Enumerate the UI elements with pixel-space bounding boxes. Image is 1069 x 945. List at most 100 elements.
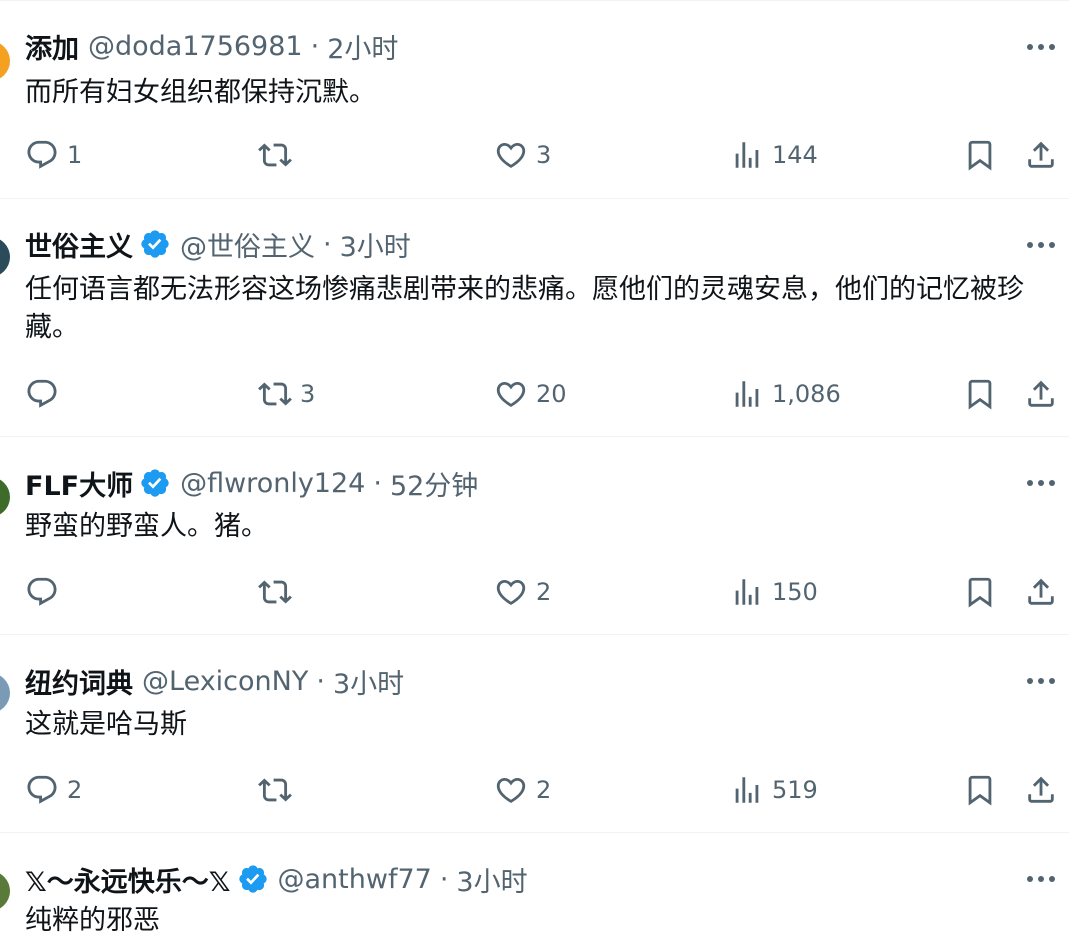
like-icon	[496, 579, 526, 605]
user-handle[interactable]: @世俗主义	[180, 225, 315, 264]
timestamp[interactable]: 3小时	[340, 225, 411, 264]
retweet-icon	[258, 580, 292, 604]
reply-count: 1	[67, 141, 83, 169]
reply-button[interactable]	[25, 374, 67, 414]
retweet-icon	[258, 382, 292, 406]
views-button[interactable]: 519	[730, 770, 818, 810]
view-count: 144	[772, 141, 818, 169]
reply-button[interactable]: 1	[25, 135, 82, 175]
retweet-icon	[258, 143, 292, 167]
share-icon	[1028, 380, 1054, 407]
verified-badge-icon	[141, 230, 169, 258]
share-icon	[1028, 776, 1054, 803]
like-button[interactable]: 2	[494, 572, 551, 612]
tweet-text: 这就是哈马斯	[25, 709, 187, 740]
like-icon	[496, 381, 526, 407]
retweet-button[interactable]	[258, 770, 300, 810]
reply-icon	[27, 775, 57, 804]
timestamp[interactable]: 3小时	[456, 860, 527, 899]
bookmark-button[interactable]	[963, 770, 997, 810]
more-icon[interactable]	[1025, 669, 1057, 693]
more-icon[interactable]	[1025, 471, 1057, 495]
bookmark-button[interactable]	[963, 374, 997, 414]
display-name[interactable]: 添加	[25, 27, 79, 66]
share-button[interactable]	[1024, 770, 1058, 810]
user-handle[interactable]: @doda1756981	[88, 31, 303, 62]
like-button[interactable]: 20	[494, 374, 567, 414]
share-button[interactable]	[1024, 572, 1058, 612]
views-button[interactable]: 1,086	[730, 374, 841, 414]
timestamp[interactable]: 52分钟	[390, 464, 478, 503]
share-button[interactable]	[1024, 374, 1058, 414]
user-handle[interactable]: @flwronly124	[180, 468, 365, 499]
like-button[interactable]: 3	[494, 135, 551, 175]
more-icon[interactable]	[1025, 233, 1057, 257]
like-count: 3	[536, 141, 552, 169]
reply-icon	[27, 140, 57, 169]
timestamp[interactable]: 3小时	[333, 662, 404, 701]
like-count: 20	[536, 380, 567, 408]
views-icon	[735, 142, 759, 168]
views-icon	[735, 381, 759, 407]
display-name[interactable]: 𝕏〜永远快乐〜𝕏	[25, 860, 231, 899]
more-icon[interactable]	[1025, 35, 1057, 59]
views-button[interactable]: 144	[730, 135, 818, 175]
avatar[interactable]	[0, 41, 10, 81]
view-count: 150	[772, 578, 818, 606]
bookmark-button[interactable]	[963, 135, 997, 175]
reply-icon	[27, 577, 57, 606]
reply-button[interactable]	[25, 572, 67, 612]
separator-dot: ·	[323, 228, 332, 260]
view-count: 519	[772, 776, 818, 804]
share-icon	[1028, 578, 1054, 605]
avatar[interactable]	[0, 871, 10, 911]
bookmark-icon	[968, 379, 992, 410]
like-button[interactable]: 2	[494, 770, 551, 810]
tweet-text: 任何语言都无法形容这场惨痛悲剧带来的悲痛。愿他们的灵魂安息，他们的记忆被珍藏。	[25, 274, 1024, 343]
tweet[interactable]: 世俗主义 @世俗主义 · 3小时 任何语言都无法形容这场惨痛悲剧带来的悲痛。愿他…	[0, 199, 1069, 437]
retweet-button[interactable]	[258, 135, 300, 175]
views-button[interactable]: 150	[730, 572, 818, 612]
tweet-actions: 2 150	[0, 572, 1069, 612]
tweet-text: 而所有妇女组织都保持沉默。	[25, 77, 376, 108]
tweet-header: FLF大师 @flwronly124 · 52分钟	[25, 464, 478, 503]
user-handle[interactable]: @LexiconNY	[142, 666, 308, 697]
more-icon[interactable]	[1025, 867, 1057, 891]
tweet[interactable]: 添加 @doda1756981 · 2小时 而所有妇女组织都保持沉默。 1 3 …	[0, 1, 1069, 199]
tweet-header: 𝕏〜永远快乐〜𝕏 @anthwf77 · 3小时	[25, 860, 528, 899]
tweet-header: 纽约词典 @LexiconNY · 3小时	[25, 662, 404, 701]
separator-dot: ·	[310, 30, 320, 62]
like-count: 2	[536, 578, 552, 606]
avatar[interactable]	[0, 477, 10, 517]
views-icon	[735, 579, 759, 605]
like-icon	[496, 777, 526, 803]
separator-dot: ·	[373, 467, 382, 499]
tweet-actions: 1 3 144	[0, 135, 1069, 175]
retweet-button[interactable]: 3	[258, 374, 315, 414]
separator-dot: ·	[316, 665, 325, 697]
reply-button[interactable]: 2	[25, 770, 82, 810]
share-button[interactable]	[1024, 135, 1058, 175]
retweet-button[interactable]	[258, 572, 300, 612]
tweet[interactable]: FLF大师 @flwronly124 · 52分钟 野蛮的野蛮人。猪。 2 15…	[0, 437, 1069, 635]
tweet[interactable]: 纽约词典 @LexiconNY · 3小时 这就是哈马斯 2 2 519	[0, 635, 1069, 833]
verified-badge-icon	[238, 865, 267, 893]
retweet-count: 3	[300, 380, 316, 408]
tweet[interactable]: 𝕏〜永远快乐〜𝕏 @anthwf77 · 3小时 纯粹的邪恶	[0, 833, 1069, 945]
timestamp[interactable]: 2小时	[327, 27, 398, 66]
tweet-text: 纯粹的邪恶	[25, 905, 160, 936]
avatar[interactable]	[0, 237, 10, 277]
tweet-header: 添加 @doda1756981 · 2小时	[25, 27, 398, 66]
avatar[interactable]	[0, 673, 10, 713]
verified-badge-icon	[141, 469, 169, 497]
bookmark-button[interactable]	[963, 572, 997, 612]
display-name[interactable]: 世俗主义	[25, 225, 133, 264]
display-name[interactable]: 纽约词典	[25, 662, 133, 701]
reply-count: 2	[67, 776, 83, 804]
bookmark-icon	[968, 140, 992, 171]
display-name[interactable]: FLF大师	[25, 464, 133, 503]
retweet-icon	[258, 778, 292, 802]
reply-icon	[27, 379, 57, 408]
bookmark-icon	[968, 775, 992, 806]
user-handle[interactable]: @anthwf77	[278, 864, 432, 895]
